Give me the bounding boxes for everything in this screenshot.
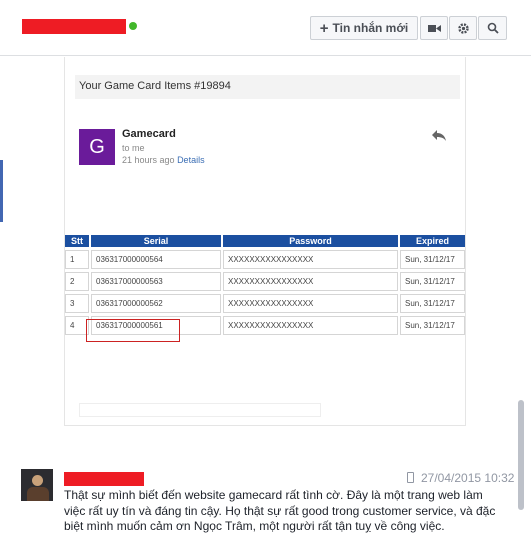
plus-icon: + [319,19,329,37]
email-time-row: 21 hours ago Details [122,155,205,165]
expired-cell: Sun, 31/12/17 [400,272,465,291]
email-subject: Your Game Card Items #19894 [79,80,231,92]
expired-cell: Sun, 31/12/17 [400,294,465,313]
settings-button[interactable] [449,16,477,40]
mobile-phone-icon [407,472,414,483]
email-screenshot-image[interactable]: Your Game Card Items #19894 G Gamecard t… [64,57,466,426]
new-message-button[interactable]: + Tin nhắn mới [310,16,418,40]
recipient-text: to me [122,143,145,153]
reply-icon [432,130,446,141]
table-header-stt: Stt [65,235,89,247]
row-number: 1 [65,250,89,269]
empty-form-field [79,403,321,417]
serial-cell: 036317000000563 [91,272,221,291]
sender-avatar: G [79,129,115,165]
scrollbar[interactable] [518,400,524,510]
search-icon [487,22,499,34]
search-button[interactable] [478,16,507,40]
gear-icon [457,22,469,34]
password-cell: XXXXXXXXXXXXXXXX [223,316,398,335]
table-header-password: Password [223,235,398,247]
password-cell: XXXXXXXXXXXXXXXX [223,272,398,291]
expired-cell: Sun, 31/12/17 [400,250,465,269]
serial-cell: 036317000000562 [91,294,221,313]
table-header-expired: Expired [400,235,465,247]
table-header-serial: Serial [91,235,221,247]
details-link: Details [177,155,205,165]
serial-cell: 036317000000564 [91,250,221,269]
video-camera-icon [427,24,441,32]
email-time: 21 hours ago [122,155,175,165]
redacted-contact-name [22,19,126,34]
comment-timestamp: 27/04/2015 10:32 [421,471,515,485]
row-number: 3 [65,294,89,313]
commenter-avatar[interactable] [21,469,53,501]
password-cell: XXXXXXXXXXXXXXXX [223,294,398,313]
expired-cell: Sun, 31/12/17 [400,316,465,335]
chat-header: + Tin nhắn mới [0,0,531,56]
email-subject-bar: Your Game Card Items #19894 [75,75,460,99]
serial-highlight-box [86,319,180,342]
video-call-button[interactable] [420,16,448,40]
online-status-dot [129,22,137,30]
comment-text: Thật sự mình biết đến website gamecard r… [64,488,496,533]
row-number: 2 [65,272,89,291]
new-message-label: Tin nhắn mới [332,21,409,35]
left-edge-indicator [0,160,3,222]
password-cell: XXXXXXXXXXXXXXXX [223,250,398,269]
redacted-commenter-name[interactable] [64,472,144,486]
sender-name: Gamecard [122,128,176,140]
